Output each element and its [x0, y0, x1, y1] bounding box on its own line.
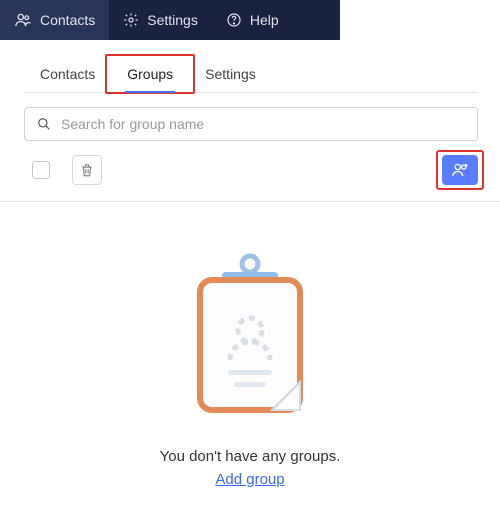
- add-group-button[interactable]: [442, 155, 478, 185]
- search-input[interactable]: [61, 116, 465, 132]
- add-group-icon: [451, 161, 469, 179]
- tab-settings[interactable]: Settings: [189, 58, 272, 92]
- search-icon: [37, 117, 51, 131]
- nav-contacts-label: Contacts: [40, 12, 95, 28]
- subtabs: Contacts Groups Settings: [24, 58, 478, 93]
- toolbar-row: [2, 141, 500, 199]
- select-all-checkbox[interactable]: [32, 161, 50, 179]
- delete-button[interactable]: [72, 155, 102, 185]
- empty-message: You don't have any groups.: [160, 448, 341, 465]
- trash-icon: [80, 163, 94, 177]
- tab-groups[interactable]: Groups: [111, 58, 189, 92]
- nav-settings-label: Settings: [147, 12, 198, 28]
- tab-contacts-label: Contacts: [40, 66, 95, 82]
- top-nav: Contacts Settings Help: [0, 0, 500, 40]
- nav-settings[interactable]: Settings: [109, 0, 212, 40]
- subtabs-container: Contacts Groups Settings: [2, 40, 500, 93]
- search-box[interactable]: [24, 107, 478, 141]
- nav-contacts[interactable]: Contacts: [0, 0, 109, 40]
- search-row: [2, 93, 500, 141]
- contacts-icon: [14, 11, 32, 29]
- nav-right-blank: [340, 0, 500, 40]
- empty-state: You don't have any groups. Add group: [0, 202, 500, 488]
- gear-icon: [123, 12, 139, 28]
- clipboard-illustration: [180, 250, 320, 420]
- tab-settings-label: Settings: [205, 66, 256, 82]
- nav-help[interactable]: Help: [212, 0, 293, 40]
- tab-contacts[interactable]: Contacts: [24, 58, 111, 92]
- tab-groups-label: Groups: [127, 66, 173, 82]
- help-icon: [226, 12, 242, 28]
- add-group-link[interactable]: Add group: [215, 471, 284, 488]
- nav-help-label: Help: [250, 12, 279, 28]
